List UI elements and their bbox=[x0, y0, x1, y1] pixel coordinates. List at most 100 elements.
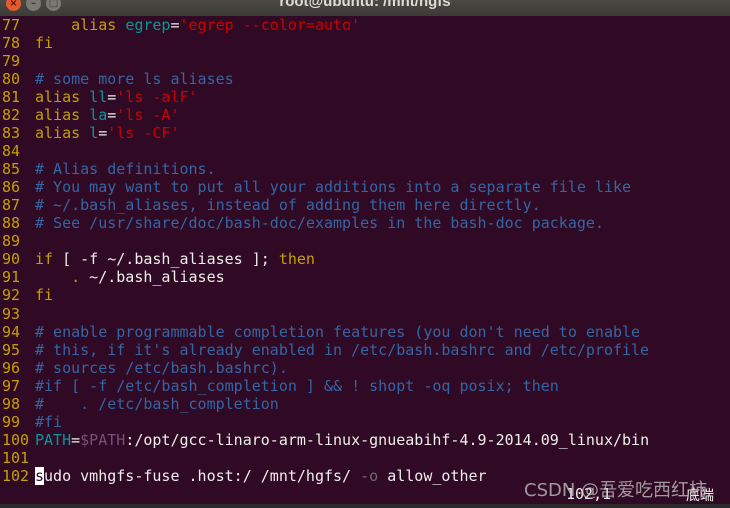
code-token: PATH bbox=[35, 430, 72, 449]
code-token: $PATH bbox=[80, 430, 126, 449]
code-token: fi bbox=[35, 286, 54, 305]
code-line: 78 fi bbox=[0, 34, 730, 52]
code-token: = bbox=[71, 430, 81, 449]
code-line: 98 # . /etc/bash_completion bbox=[0, 395, 730, 413]
line-number: 99 bbox=[2, 412, 21, 431]
line-number: 96 bbox=[2, 358, 21, 377]
code-line: 77 alias egrep='egrep --color=auto' bbox=[0, 16, 730, 34]
code-token: :/opt/gcc-linaro-arm-linux-gnueabihf-4.9… bbox=[125, 430, 650, 449]
line-number: 83 bbox=[2, 124, 21, 143]
line-number: 102 bbox=[2, 466, 30, 485]
line-number: 101 bbox=[2, 448, 30, 467]
code-line: 84 bbox=[0, 142, 730, 160]
text-cursor: s bbox=[35, 466, 45, 485]
code-token: # ~/.bash_aliases, instead of adding the… bbox=[35, 196, 541, 215]
code-token: egrep bbox=[125, 16, 171, 34]
code-token: -o bbox=[360, 466, 379, 485]
line-number: 97 bbox=[2, 376, 21, 395]
code-line: 92 fi bbox=[0, 286, 730, 304]
code-line: 79 bbox=[0, 52, 730, 70]
line-number: 100 bbox=[2, 430, 30, 449]
code-line: 97 #if [ -f /etc/bash_completion ] && ! s… bbox=[0, 377, 730, 395]
code-line: 95 # this, if it's already enabled in /et… bbox=[0, 341, 730, 359]
line-number: 82 bbox=[2, 106, 21, 125]
code-line: 85 # Alias definitions. bbox=[0, 160, 730, 178]
code-line: 81 alias ll='ls -alF' bbox=[0, 88, 730, 106]
code-token: 'ls -A' bbox=[116, 106, 180, 125]
code-token: alias bbox=[71, 16, 117, 34]
line-number: 77 bbox=[2, 16, 21, 34]
code-token: udo vmhgfs-fuse .host:/ /mnt/hgfs/ bbox=[44, 466, 361, 485]
code-token: # enable programmable completion feature… bbox=[35, 322, 641, 341]
code-token: alias bbox=[35, 88, 81, 107]
code-line: 87 # ~/.bash_aliases, instead of adding t… bbox=[0, 196, 730, 214]
code-line: 80 # some more ls aliases bbox=[0, 70, 730, 88]
line-number: 81 bbox=[2, 88, 21, 107]
code-token: = bbox=[170, 16, 180, 34]
window-title: root@ubuntu: /mnt/hgfs bbox=[279, 0, 451, 10]
line-number: 80 bbox=[2, 70, 21, 89]
terminal-editor[interactable]: 77 alias egrep='egrep --color=auto' 78 fi 7… bbox=[0, 16, 730, 485]
code-line: 91 . ~/.bash_aliases bbox=[0, 268, 730, 286]
line-number: 88 bbox=[2, 214, 21, 233]
code-line: 86 # You may want to put all your additio… bbox=[0, 178, 730, 196]
code-token: alias bbox=[35, 124, 81, 143]
line-number: 78 bbox=[2, 34, 21, 53]
code-line: 88 # See /usr/share/doc/bash-doc/examples… bbox=[0, 214, 730, 232]
code-line: 99 #fi bbox=[0, 413, 730, 431]
line-number: 94 bbox=[2, 322, 21, 341]
line-number: 79 bbox=[2, 52, 21, 71]
code-token: ~/.bash_aliases bbox=[80, 268, 225, 287]
code-line: 96 # sources /etc/bash.bashrc). bbox=[0, 359, 730, 377]
code-token: 'egrep --color=auto' bbox=[179, 16, 361, 34]
code-token: #fi bbox=[35, 412, 63, 431]
code-token: . bbox=[71, 268, 81, 287]
code-token: la bbox=[89, 106, 108, 125]
code-token: then bbox=[278, 250, 315, 269]
code-line: 94 # enable programmable completion featu… bbox=[0, 323, 730, 341]
code-token: # this, if it's already enabled in /etc/… bbox=[35, 340, 650, 359]
line-number: 93 bbox=[2, 304, 21, 323]
code-token: alias bbox=[35, 106, 81, 125]
code-token: # See /usr/share/doc/bash-doc/examples i… bbox=[35, 214, 604, 233]
line-number: 85 bbox=[2, 160, 21, 179]
code-line: 82 alias la='ls -A' bbox=[0, 106, 730, 124]
code-line: 89 bbox=[0, 232, 730, 250]
code-token: 'ls -alF' bbox=[116, 88, 198, 107]
line-number: 84 bbox=[2, 142, 21, 161]
code-line: 83 alias l='ls -CF' bbox=[0, 124, 730, 142]
watermark: CSDN @吾爱吃西红柿 bbox=[524, 480, 708, 501]
code-token: = bbox=[98, 124, 108, 143]
window-bottom-border bbox=[0, 504, 730, 508]
line-number: 90 bbox=[2, 250, 21, 269]
code-line: 93 bbox=[0, 305, 730, 323]
code-token: fi bbox=[35, 34, 54, 53]
code-token: if bbox=[35, 250, 54, 269]
code-token: = bbox=[107, 106, 117, 125]
line-number: 86 bbox=[2, 178, 21, 197]
code-line: 101 bbox=[0, 449, 730, 467]
code-token: # sources /etc/bash.bashrc). bbox=[35, 358, 288, 377]
code-token: = bbox=[107, 88, 117, 107]
code-token: allow_other bbox=[378, 466, 487, 485]
line-number: 95 bbox=[2, 340, 21, 359]
line-number: 89 bbox=[2, 232, 21, 251]
code-token: #if [ -f /etc/bash_completion ] && ! sho… bbox=[35, 376, 559, 395]
code-token: 'ls -CF' bbox=[107, 124, 180, 143]
window-titlebar: × – □ root@ubuntu: /mnt/hgfs bbox=[0, 0, 730, 16]
code-token: l bbox=[89, 124, 99, 143]
code-token: # . /etc/bash_completion bbox=[35, 394, 279, 413]
code-token: # Alias definitions. bbox=[35, 160, 216, 179]
code-token: # You may want to put all your additions… bbox=[35, 178, 632, 197]
line-number: 98 bbox=[2, 394, 21, 413]
code-token: ll bbox=[89, 88, 108, 107]
line-number: 92 bbox=[2, 286, 21, 305]
code-line: 100 PATH=$PATH:/opt/gcc-linaro-arm-linux-… bbox=[0, 431, 730, 449]
code-token: [ -f ~/.bash_aliases ]; bbox=[53, 250, 279, 269]
code-token: # some more ls aliases bbox=[35, 70, 234, 89]
